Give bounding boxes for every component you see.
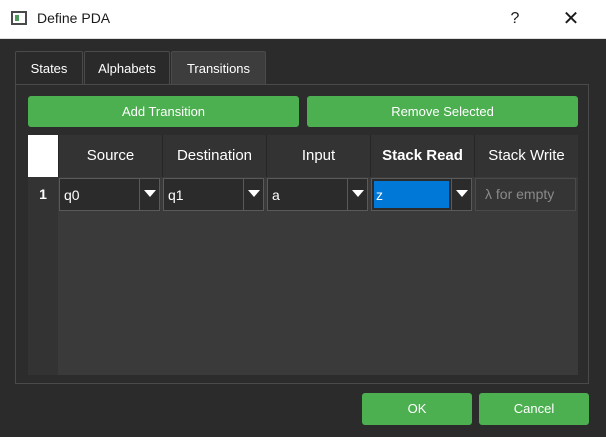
selection-highlight <box>374 181 449 208</box>
column-header-input[interactable]: Input <box>266 135 370 177</box>
source-combo[interactable]: q0 <box>59 178 160 211</box>
add-transition-button[interactable]: Add Transition <box>28 96 299 127</box>
ok-button[interactable]: OK <box>362 393 472 425</box>
destination-combo[interactable]: q1 <box>163 178 264 211</box>
cancel-button[interactable]: Cancel <box>479 393 589 425</box>
dropdown-arrow-icon[interactable] <box>139 179 160 210</box>
stack-write-field[interactable]: λ for empty <box>475 178 576 211</box>
table-corner-button[interactable] <box>28 135 58 177</box>
dropdown-arrow-icon[interactable] <box>243 179 264 210</box>
dropdown-arrow-icon[interactable] <box>451 179 472 210</box>
input-value: a <box>272 187 280 203</box>
row-header-1[interactable]: 1 <box>28 177 58 212</box>
row-header-column <box>28 212 58 375</box>
tab-alphabets[interactable]: Alphabets <box>84 51 170 84</box>
tab-transitions[interactable]: Transitions <box>171 51 266 84</box>
stack-read-combo[interactable]: z <box>371 178 472 211</box>
column-header-source[interactable]: Source <box>58 135 162 177</box>
help-button[interactable]: ? <box>492 0 538 38</box>
column-header-stack-read[interactable]: Stack Read <box>370 135 474 177</box>
app-icon <box>11 11 27 25</box>
transitions-panel: Add Transition Remove Selected Source De… <box>15 84 589 384</box>
window-title: Define PDA <box>37 10 111 26</box>
destination-value: q1 <box>168 187 184 203</box>
input-combo[interactable]: a <box>267 178 368 211</box>
column-header-destination[interactable]: Destination <box>162 135 266 177</box>
column-header-stack-write[interactable]: Stack Write <box>474 135 578 177</box>
title-bar: Define PDA ? ✕ <box>0 0 606 39</box>
remove-selected-button[interactable]: Remove Selected <box>307 96 578 127</box>
tab-states[interactable]: States <box>15 51 83 84</box>
stack-read-value: z <box>376 187 383 203</box>
transitions-table: Source Destination Input Stack Read Stac… <box>28 135 578 375</box>
close-button[interactable]: ✕ <box>548 0 594 38</box>
source-value: q0 <box>64 187 80 203</box>
dropdown-arrow-icon[interactable] <box>347 179 368 210</box>
